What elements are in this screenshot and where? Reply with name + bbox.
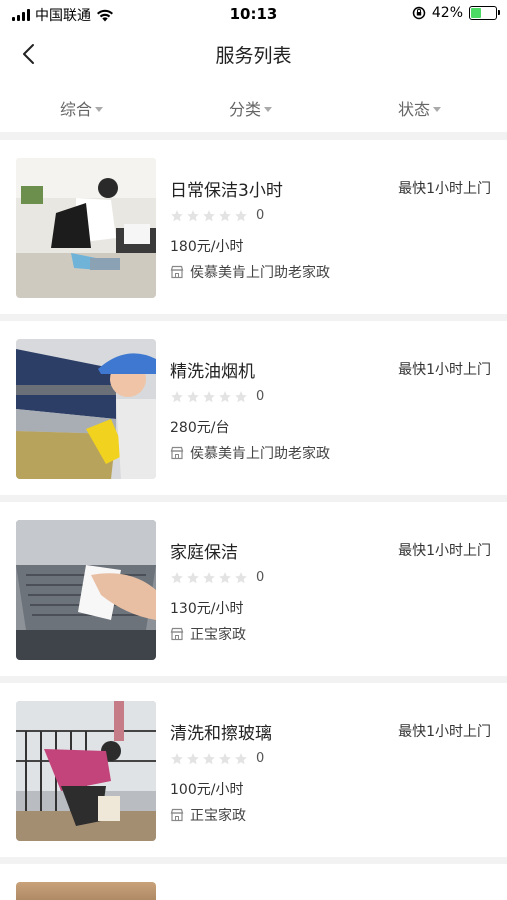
star-icon <box>187 390 199 402</box>
star-icon <box>187 571 199 583</box>
star-icon <box>187 752 199 764</box>
shop-name: 正宝家政 <box>190 808 246 824</box>
star-icon <box>203 209 215 221</box>
service-card[interactable] <box>0 864 507 900</box>
star-icon <box>235 209 247 221</box>
star-icon <box>219 209 231 221</box>
service-card[interactable]: 家庭保洁 最快1小时上门 0 130元/小时 正宝家政 <box>0 502 507 676</box>
filter-category[interactable]: 分类 <box>229 96 273 120</box>
store-icon <box>170 808 184 822</box>
fast-arrival-tag: 最快1小时上门 <box>398 362 491 378</box>
orientation-lock-icon <box>412 6 426 20</box>
service-price: 280元/台 <box>170 420 230 436</box>
shop-name: 侯慕美肯上门助老家政 <box>190 265 330 281</box>
service-price: 180元/小时 <box>170 239 244 255</box>
fast-arrival-tag: 最快1小时上门 <box>398 181 491 197</box>
service-card[interactable]: 清洗和擦玻璃 最快1小时上门 0 100元/小时 正宝家政 <box>0 683 507 857</box>
rating-value: 0 <box>256 208 265 223</box>
fast-arrival-tag: 最快1小时上门 <box>398 543 491 559</box>
rating: 0 <box>170 208 264 223</box>
service-title: 家庭保洁 <box>170 543 238 563</box>
rating: 0 <box>170 570 264 585</box>
service-price: 100元/小时 <box>170 782 244 798</box>
star-icon <box>219 752 231 764</box>
star-icon <box>171 209 183 221</box>
star-icon <box>203 752 215 764</box>
filter-status[interactable]: 状态 <box>398 96 442 120</box>
star-icon <box>203 571 215 583</box>
service-list: 日常保洁3小时 最快1小时上门 0 180元/小时 侯慕美肯上门助老家政 精洗油… <box>0 140 507 900</box>
battery-icon <box>469 6 500 20</box>
rating-value: 0 <box>256 570 265 585</box>
filter-label: 分类 <box>229 100 262 119</box>
filter-label: 状态 <box>398 100 431 119</box>
service-card[interactable]: 日常保洁3小时 最快1小时上门 0 180元/小时 侯慕美肯上门助老家政 <box>0 140 507 314</box>
status-right: 42% <box>412 5 500 21</box>
store-icon <box>170 627 184 641</box>
status-bar: 中国联通 10:13 42% <box>0 0 507 30</box>
star-icon <box>171 390 183 402</box>
service-title: 精洗油烟机 <box>170 362 255 382</box>
service-image <box>16 882 156 900</box>
battery-fill <box>471 8 482 18</box>
caret-down-icon <box>264 106 273 112</box>
star-icon <box>219 571 231 583</box>
filter-bar: 综合 分类 状态 <box>0 78 507 132</box>
rating-value: 0 <box>256 389 265 404</box>
shop-info[interactable]: 侯慕美肯上门助老家政 <box>170 262 330 282</box>
service-title: 日常保洁3小时 <box>170 181 283 201</box>
service-image <box>16 520 156 660</box>
star-icon <box>171 752 183 764</box>
shop-info[interactable]: 侯慕美肯上门助老家政 <box>170 443 330 463</box>
star-icon <box>219 390 231 402</box>
battery-percent: 42% <box>431 5 463 21</box>
star-icon <box>235 752 247 764</box>
service-image <box>16 339 156 479</box>
store-icon <box>170 446 184 460</box>
rating: 0 <box>170 751 264 766</box>
service-image <box>16 158 156 298</box>
shop-info[interactable]: 正宝家政 <box>170 805 246 825</box>
star-icon <box>187 209 199 221</box>
star-icon <box>235 390 247 402</box>
star-icon <box>235 571 247 583</box>
star-icon <box>171 571 183 583</box>
nav-bar: 服务列表 <box>0 30 507 78</box>
shop-name: 侯慕美肯上门助老家政 <box>190 446 330 462</box>
star-icon <box>203 390 215 402</box>
filter-sort[interactable]: 综合 <box>60 96 104 120</box>
shop-name: 正宝家政 <box>190 627 246 643</box>
service-image <box>16 701 156 841</box>
caret-down-icon <box>95 106 104 112</box>
fast-arrival-tag: 最快1小时上门 <box>398 724 491 740</box>
service-card[interactable]: 精洗油烟机 最快1小时上门 0 280元/台 侯慕美肯上门助老家政 <box>0 321 507 495</box>
store-icon <box>170 265 184 279</box>
rating-value: 0 <box>256 751 265 766</box>
rating: 0 <box>170 389 264 404</box>
service-price: 130元/小时 <box>170 601 244 617</box>
filter-label: 综合 <box>60 100 93 119</box>
caret-down-icon <box>433 106 442 112</box>
shop-info[interactable]: 正宝家政 <box>170 624 246 644</box>
page-title: 服务列表 <box>215 45 292 67</box>
service-title: 清洗和擦玻璃 <box>170 724 272 744</box>
